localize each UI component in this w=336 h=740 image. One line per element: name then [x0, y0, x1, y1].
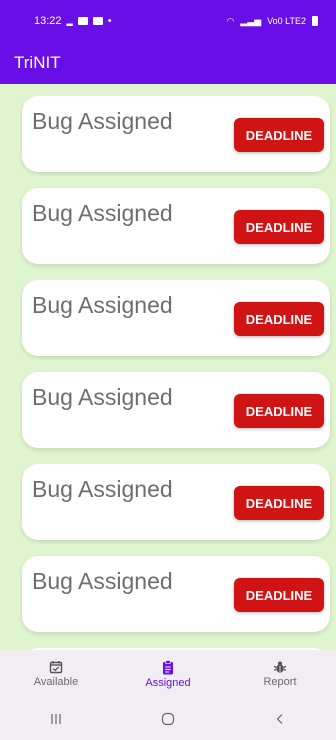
- system-navigation-bar: [0, 698, 336, 740]
- bug-card[interactable]: Bug Assigned DEADLINE: [22, 96, 330, 172]
- nav-item-available[interactable]: Available: [11, 660, 101, 688]
- deadline-button[interactable]: DEADLINE: [234, 210, 324, 244]
- status-time: 13:22: [34, 15, 62, 27]
- nav-label-report: Report: [263, 676, 297, 688]
- bug-card-title: Bug Assigned: [32, 108, 173, 134]
- bug-card[interactable]: Bug Assigned DEADLINE: [22, 280, 330, 356]
- bug-card-title: Bug Assigned: [32, 568, 173, 594]
- deadline-button[interactable]: DEADLINE: [234, 486, 324, 520]
- bug-icon: [273, 661, 287, 673]
- deadline-button[interactable]: DEADLINE: [234, 118, 324, 152]
- back-button[interactable]: [260, 713, 300, 725]
- calendar-check-icon: [49, 661, 63, 674]
- home-button[interactable]: [148, 712, 188, 726]
- bug-card[interactable]: Bug Assigned DEADLINE: [22, 556, 330, 632]
- gallery-icon: [77, 17, 88, 25]
- bug-card[interactable]: Bug Assigned DEADLINE: [22, 188, 330, 264]
- status-right: ◠ ▂▃▅ Vo0 LTE2: [226, 15, 318, 27]
- app-title: TriNIT: [14, 53, 61, 72]
- bug-card[interactable]: Bug Assigned DEADLINE: [22, 464, 330, 540]
- bug-card-title: Bug Assigned: [32, 200, 173, 226]
- signal-icon: ▂▃▅: [240, 15, 262, 26]
- nav-item-report[interactable]: Report: [235, 660, 325, 688]
- recent-apps-button[interactable]: [36, 713, 76, 725]
- app-bar: TriNIT: [0, 42, 336, 84]
- deadline-button[interactable]: DEADLINE: [234, 578, 324, 612]
- bug-card[interactable]: Bug Assigned DEADLINE: [22, 372, 330, 448]
- wifi-icon: ◠: [226, 15, 235, 26]
- nav-item-assigned[interactable]: Assigned: [123, 659, 213, 689]
- home-icon: [161, 712, 175, 726]
- back-icon: [276, 714, 283, 724]
- signal-small-icon: ▂: [66, 16, 73, 26]
- bug-card-title: Bug Assigned: [32, 384, 173, 410]
- nav-label-available: Available: [33, 676, 79, 688]
- deadline-button[interactable]: DEADLINE: [234, 302, 324, 336]
- deadline-button[interactable]: DEADLINE: [234, 394, 324, 428]
- bug-card-title: Bug Assigned: [32, 292, 173, 318]
- battery-icon: [312, 16, 318, 26]
- status-left: 13:22 ▂ •: [34, 15, 112, 27]
- bug-card-title: Bug Assigned: [32, 476, 173, 502]
- network-label: Vo0 LTE2: [267, 16, 306, 26]
- clipboard-icon: [163, 659, 173, 674]
- nav-label-assigned: Assigned: [145, 676, 191, 689]
- assigned-bug-list[interactable]: Bug Assigned DEADLINE Bug Assigned DEADL…: [0, 84, 336, 650]
- message-icon: [92, 17, 103, 25]
- status-dot: •: [107, 15, 112, 27]
- bottom-navigation: Available Assigned Report: [0, 650, 336, 698]
- recent-apps-icon: [51, 714, 61, 724]
- status-bar: 13:22 ▂ • ◠ ▂▃▅ Vo0 LTE2: [0, 0, 336, 42]
